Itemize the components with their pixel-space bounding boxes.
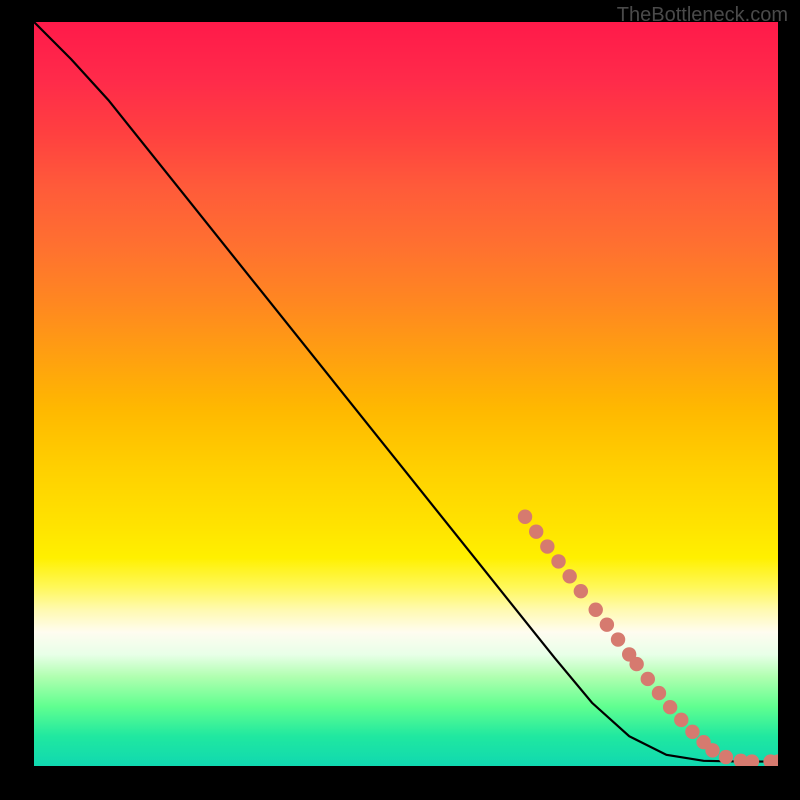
chart-marker [641,672,655,686]
chart-curve [34,22,778,762]
chart-marker [551,554,565,568]
chart-marker [600,617,614,631]
chart-marker [574,584,588,598]
chart-svg [34,22,778,766]
chart-marker [611,632,625,646]
chart-marker [719,750,733,764]
chart-marker [540,539,554,553]
chart-marker [685,725,699,739]
chart-marker [589,603,603,617]
chart-markers [518,510,778,766]
chart-plot-area [34,22,778,766]
chart-marker [705,743,719,757]
chart-marker [518,510,532,524]
chart-marker [562,569,576,583]
attribution-label: TheBottleneck.com [617,4,788,27]
chart-marker [674,713,688,727]
chart-marker [652,686,666,700]
chart-marker [663,700,677,714]
chart-marker [629,657,643,671]
chart-marker [529,524,543,538]
chart-marker [745,754,759,766]
